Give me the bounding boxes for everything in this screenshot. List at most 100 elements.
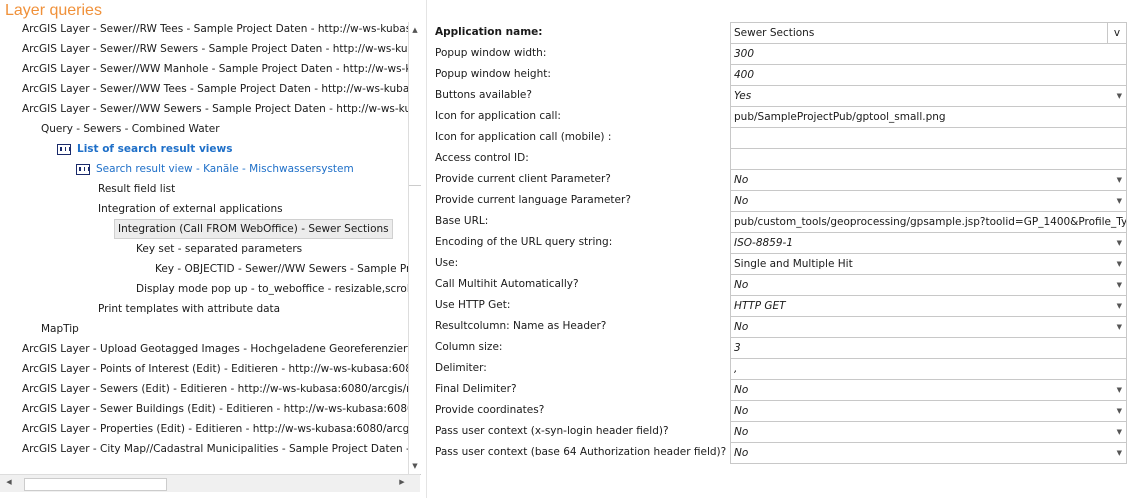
property-input[interactable]: [730, 127, 1127, 149]
property-value: Single and Multiple Hit: [734, 258, 853, 270]
property-value: Yes: [734, 90, 752, 102]
property-dropdown[interactable]: No ▼: [730, 316, 1127, 338]
property-value: HTTP GET: [734, 300, 786, 312]
property-dropdown[interactable]: No ▼: [730, 400, 1127, 422]
tree-node[interactable]: ArcGIS Layer - Sewer Buildings (Edit) - …: [22, 399, 408, 419]
panel-divider[interactable]: [426, 0, 427, 498]
tree-node-label: Search result view - Kanäle - Mischwasse…: [96, 163, 354, 175]
tree-node[interactable]: List of search result views: [57, 139, 232, 159]
tree-node[interactable]: Result field list: [98, 179, 175, 199]
property-input[interactable]: ,: [730, 358, 1127, 380]
tree-node-label: ArcGIS Layer - Sewer//WW Manhole - Sampl…: [22, 63, 408, 75]
property-input[interactable]: [730, 148, 1127, 170]
tree-node[interactable]: Print templates with attribute data: [98, 299, 280, 319]
tree-node[interactable]: ArcGIS Layer - Sewer//WW Sewers - Sample…: [22, 99, 408, 119]
property-dropdown[interactable]: No ▼: [730, 442, 1127, 464]
property-dropdown[interactable]: No ▼: [730, 379, 1127, 401]
tree-node[interactable]: Integration (Call FROM WebOffice) - Sewe…: [114, 219, 393, 239]
property-input[interactable]: Sewer Sections v: [730, 22, 1127, 44]
property-input[interactable]: 3: [730, 337, 1127, 359]
tree-node-label: ArcGIS Layer - Sewer//RW Tees - Sample P…: [22, 23, 408, 35]
property-value: No: [734, 405, 749, 417]
chevron-down-icon[interactable]: ▼: [1117, 275, 1122, 295]
property-row: Base URL: pub/custom_tools/geoprocessing/…: [430, 211, 1130, 233]
chevron-down-icon[interactable]: ▼: [1117, 170, 1122, 190]
tree-node-label: MapTip: [41, 323, 79, 335]
tree-node-label: Integration (Call FROM WebOffice) - Sewe…: [118, 223, 389, 235]
chevron-down-icon[interactable]: ▼: [1117, 296, 1122, 316]
property-label: Use HTTP Get:: [435, 299, 511, 311]
tree-node[interactable]: ArcGIS Layer - Sewer//RW Tees - Sample P…: [22, 22, 408, 39]
property-dropdown[interactable]: ISO-8859-1 ▼: [730, 232, 1127, 254]
property-input[interactable]: 400: [730, 64, 1127, 86]
property-dropdown[interactable]: No ▼: [730, 169, 1127, 191]
scroll-right-icon[interactable]: ▶: [396, 478, 408, 486]
property-row: Provide current client Parameter? No ▼: [430, 169, 1130, 191]
tree-node-label: ArcGIS Layer - Sewers (Edit) - Editieren…: [22, 383, 408, 395]
scrollbar-thumb[interactable]: [24, 478, 167, 491]
tree-node[interactable]: Display mode pop up - to_weboffice - res…: [136, 279, 408, 299]
tree-node[interactable]: ArcGIS Layer - Sewer//WW Manhole - Sampl…: [22, 59, 408, 79]
property-value: No: [734, 195, 749, 207]
scroll-left-icon[interactable]: ◀: [3, 478, 15, 486]
tree-node[interactable]: ArcGIS Layer - Sewer//RW Sewers - Sample…: [22, 39, 408, 59]
vertical-scrollbar[interactable]: ▲ ▼: [408, 22, 421, 475]
chevron-down-icon[interactable]: ▼: [1117, 380, 1122, 400]
property-input[interactable]: pub/SampleProjectPub/gptool_small.png: [730, 106, 1127, 128]
table-icon: [76, 163, 90, 175]
property-row: Use HTTP Get: HTTP GET ▼: [430, 295, 1130, 317]
tree-node[interactable]: Search result view - Kanäle - Mischwasse…: [76, 159, 354, 179]
property-label: Provide current client Parameter?: [435, 173, 611, 185]
property-dropdown[interactable]: Yes ▼: [730, 85, 1127, 107]
chevron-down-icon[interactable]: ▼: [1117, 401, 1122, 421]
tree-node[interactable]: ArcGIS Layer - Properties (Edit) - Editi…: [22, 419, 408, 439]
property-dropdown[interactable]: HTTP GET ▼: [730, 295, 1127, 317]
property-dropdown[interactable]: No ▼: [730, 274, 1127, 296]
tree-node-label: List of search result views: [77, 143, 233, 155]
property-input[interactable]: pub/custom_tools/geoprocessing/gpsample.…: [730, 211, 1127, 233]
property-label: Icon for application call:: [435, 110, 561, 122]
property-row: Resultcolumn: Name as Header? No ▼: [430, 316, 1130, 338]
property-row: Use: Single and Multiple Hit ▼: [430, 253, 1130, 275]
property-dropdown[interactable]: No ▼: [730, 421, 1127, 443]
tree-node[interactable]: Key - OBJECTID - Sewer//WW Sewers - Samp…: [155, 259, 408, 279]
tree-node-label: ArcGIS Layer - Properties (Edit) - Editi…: [22, 423, 408, 435]
tree-node-label: ArcGIS Layer - City Map//Cadastral Munic…: [22, 443, 408, 455]
property-dropdown[interactable]: Single and Multiple Hit ▼: [730, 253, 1127, 275]
tree-node[interactable]: Integration of external applications: [98, 199, 283, 219]
tree-node[interactable]: Key set - separated parameters: [136, 239, 302, 259]
property-label: Delimiter:: [435, 362, 487, 374]
tree-node[interactable]: ArcGIS Layer - Points of Interest (Edit)…: [22, 359, 408, 379]
chevron-down-icon[interactable]: ▼: [1117, 191, 1122, 211]
property-dropdown[interactable]: No ▼: [730, 190, 1127, 212]
tree-node-label: ArcGIS Layer - Points of Interest (Edit)…: [22, 363, 408, 375]
chevron-down-icon[interactable]: ▼: [1117, 233, 1122, 253]
scroll-down-icon[interactable]: ▼: [409, 462, 421, 470]
scroll-up-icon[interactable]: ▲: [409, 26, 421, 34]
chevron-down-icon[interactable]: ▼: [1117, 422, 1122, 442]
property-input[interactable]: 300: [730, 43, 1127, 65]
chevron-down-icon[interactable]: ▼: [1117, 254, 1122, 274]
tree-node[interactable]: ArcGIS Layer - Upload Geotagged Images -…: [22, 339, 408, 359]
chevron-down-icon[interactable]: ▼: [1117, 317, 1122, 337]
scrollbar-thumb[interactable]: [409, 185, 421, 475]
property-row: Column size: 3: [430, 337, 1130, 359]
chevron-down-icon[interactable]: ▼: [1117, 86, 1122, 106]
tree-node[interactable]: MapTip: [41, 319, 79, 339]
tree-node[interactable]: ArcGIS Layer - Sewers (Edit) - Editieren…: [22, 379, 408, 399]
tree-node-label: ArcGIS Layer - Upload Geotagged Images -…: [22, 343, 408, 355]
chevron-down-icon[interactable]: ▼: [1117, 443, 1122, 463]
tree-node[interactable]: ArcGIS Layer - City Map//Cadastral Munic…: [22, 439, 408, 459]
property-label: Pass user context (x-syn-login header fi…: [435, 425, 669, 437]
horizontal-scrollbar[interactable]: ◀ ▶: [0, 474, 420, 492]
property-row: Popup window height: 400: [430, 64, 1130, 86]
property-value: No: [734, 279, 749, 291]
tree-node[interactable]: Query - Sewers - Combined Water: [41, 119, 220, 139]
property-label: Resultcolumn: Name as Header?: [435, 320, 607, 332]
property-label: Provide coordinates?: [435, 404, 545, 416]
property-label: Buttons available?: [435, 89, 532, 101]
select-application-button[interactable]: v: [1107, 23, 1126, 43]
property-value: 400: [734, 69, 755, 81]
tree-node[interactable]: ArcGIS Layer - Sewer//WW Tees - Sample P…: [22, 79, 408, 99]
property-value: No: [734, 447, 749, 459]
